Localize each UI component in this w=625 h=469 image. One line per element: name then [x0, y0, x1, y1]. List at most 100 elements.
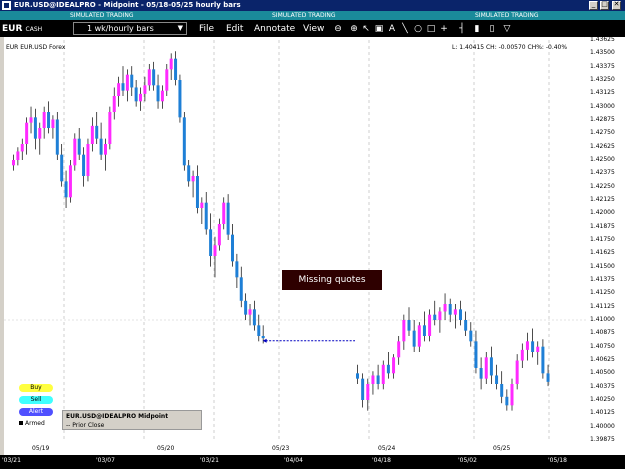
candle [99, 122, 103, 160]
candle [248, 304, 252, 326]
candle-body [381, 364, 385, 384]
crosshair-icon[interactable]: + [438, 23, 450, 35]
armed-label: Armed [25, 420, 45, 427]
candle-body [433, 314, 437, 320]
candle-body [86, 144, 90, 176]
candle-body [505, 396, 509, 406]
candle-body [90, 125, 94, 144]
date-axis: 05/19 05/20 05/23 05/24 05/25 [4, 441, 588, 455]
candle-body [500, 384, 504, 397]
chart-area[interactable] [4, 37, 588, 455]
candle-body [64, 181, 68, 198]
candle-body [139, 93, 143, 102]
chart-toolbar: EUR CASH 1 wk/hourly bars ▼ File Edit Ann… [0, 20, 625, 37]
candle-body [169, 58, 173, 70]
navigator-date-label: '04/18 [372, 457, 391, 464]
candle-body [60, 154, 64, 182]
chart-legend: EUR.USD@IDEALPRO Midpoint -- Prior Close [62, 410, 202, 430]
armed-indicator[interactable]: Armed [19, 420, 45, 427]
y-tick-label: 1.43500 [590, 49, 615, 57]
zoom-out-icon[interactable]: ⊖ [332, 23, 344, 35]
camera-icon[interactable]: ▣ [373, 23, 385, 35]
sim-label: SIMULATED TRADING [475, 12, 539, 19]
candle-body [112, 96, 116, 112]
candle [73, 133, 77, 171]
candle-body [474, 341, 478, 368]
candle [103, 138, 107, 171]
candle-body [95, 125, 99, 139]
candle-body [200, 202, 204, 208]
circle-icon[interactable]: ○ [412, 23, 424, 35]
candle-body [191, 176, 195, 182]
candle [257, 314, 261, 342]
menu-annotate[interactable]: Annotate [254, 24, 295, 34]
y-tick-label: 1.42250 [590, 182, 615, 190]
candle-body [156, 85, 160, 102]
rectangle-icon[interactable]: □ [425, 23, 437, 35]
symbol-field[interactable]: EUR CASH [2, 24, 42, 34]
candle-body [448, 304, 452, 315]
navigator-date-label: '05/02 [458, 457, 477, 464]
menu-file[interactable]: File [199, 24, 214, 34]
zoom-in-icon[interactable]: ⊕ [348, 23, 360, 35]
sim-label: SIMULATED TRADING [272, 12, 336, 19]
time-navigator[interactable]: '03/21 '03/07 '03/21 '04/04 '04/18 '05/02 '05/… [0, 455, 625, 469]
candlestick-chart[interactable] [4, 37, 588, 455]
maximize-button[interactable]: □ [600, 0, 609, 10]
y-tick-label: 1.43125 [590, 89, 615, 97]
line-icon[interactable]: ╲ [399, 23, 411, 35]
minimize-button[interactable]: _ [589, 0, 598, 10]
candle-body [412, 330, 416, 347]
chevron-down-icon: ▼ [177, 24, 183, 32]
period-dropdown[interactable]: 1 wk/hourly bars ▼ [73, 22, 187, 35]
candle [178, 74, 182, 123]
candle [361, 373, 365, 408]
y-tick-label: 1.41500 [590, 262, 615, 270]
text-icon[interactable]: A [386, 23, 398, 35]
candle [536, 341, 540, 365]
candle-body [525, 341, 529, 350]
chart-symbol-label: EUR EUR.USD Forex [6, 44, 66, 51]
bar-width-icon[interactable]: ▯ [486, 23, 498, 35]
candle [86, 138, 90, 182]
candle [217, 218, 221, 251]
candle-body [515, 360, 519, 384]
sell-button[interactable]: Sell [19, 396, 53, 404]
armed-checkbox[interactable] [19, 421, 23, 425]
filter-icon[interactable]: ▽ [501, 23, 513, 35]
candle-body [12, 160, 15, 166]
missing-quotes-label: Missing quotes [282, 270, 382, 290]
close-button[interactable]: ✕ [612, 0, 621, 10]
menu-edit[interactable]: Edit [226, 24, 243, 34]
candle-icon[interactable]: ▮ [471, 23, 483, 35]
candle-body [20, 144, 24, 152]
pointer-icon[interactable]: ↖ [360, 23, 372, 35]
y-tick-label: 1.43000 [590, 102, 615, 110]
y-tick-label: 1.40375 [590, 382, 615, 390]
candle [386, 352, 390, 379]
y-tick-label: 1.40250 [590, 396, 615, 403]
candle-body [77, 138, 81, 155]
buy-button[interactable]: Buy [19, 384, 53, 392]
y-tick-label: 1.40125 [590, 409, 615, 417]
candle [443, 293, 447, 320]
candle [469, 322, 473, 347]
candle-body [68, 165, 72, 198]
y-tick-label: 1.41250 [590, 289, 615, 297]
alert-button[interactable]: Alert [19, 408, 53, 416]
menu-view[interactable]: View [303, 24, 324, 34]
candle-body [510, 384, 514, 406]
candle-body [546, 373, 550, 382]
y-tick-label: 1.42125 [590, 196, 615, 203]
candle [433, 300, 437, 326]
candle-body [520, 349, 524, 361]
candle-body [248, 309, 252, 315]
candle-body [239, 277, 243, 301]
candle-body [495, 375, 499, 384]
candle-body [51, 119, 55, 128]
sim-label: SIMULATED TRADING [70, 12, 134, 19]
bar-icon[interactable]: ┤ [456, 23, 468, 35]
candle [165, 64, 169, 96]
candle [20, 138, 24, 160]
candle [428, 309, 432, 342]
